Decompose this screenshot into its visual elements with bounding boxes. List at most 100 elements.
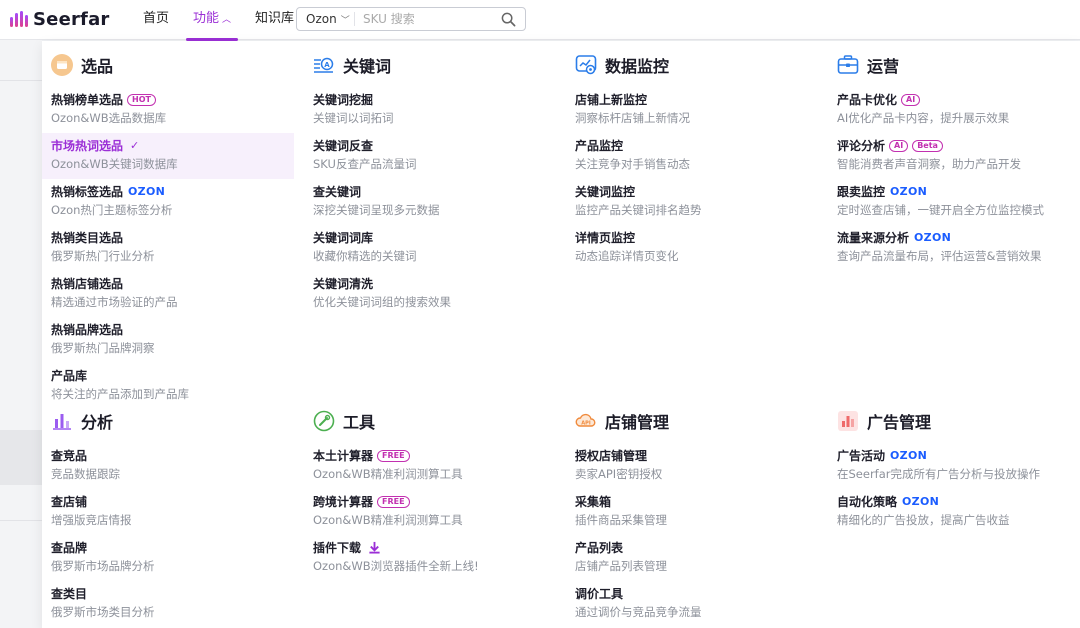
features-dropdown-panel: 选品 热销榜单选品 HOT Ozon&WB选品数据库 市场热词选品 ✓ Ozon&W…	[42, 41, 1080, 628]
main-nav: 首页 功能 ︿ 知识库	[136, 0, 311, 41]
menu-item-crossborder-calculator[interactable]: 跨境计算器 FREE Ozon&WB精准利润测算工具	[304, 489, 556, 535]
chevron-down-icon: ﹀	[340, 15, 350, 26]
section-header: A 关键词	[304, 53, 556, 77]
item-description: 智能消费者声音洞察，助力产品开发	[837, 157, 1021, 171]
menu-item-store-new-monitor[interactable]: 店铺上新监控 洞察标杆店铺上新情况	[566, 87, 818, 133]
sku-search-box: Ozon ﹀	[296, 7, 526, 31]
item-title: 关键词词库	[313, 231, 374, 245]
nav-features[interactable]: 功能 ︿	[186, 0, 239, 41]
ai-badge: AI	[889, 139, 909, 152]
item-title: 跟卖监控	[837, 185, 886, 199]
menu-item-keyword-monitor[interactable]: 关键词监控 监控产品关键词排名趋势	[566, 179, 818, 225]
item-title: 查店铺	[51, 495, 88, 509]
item-description: Ozon&WB浏览器插件全新上线!	[313, 559, 479, 573]
menu-item-product-monitor[interactable]: 产品监控 关注竞争对手销售动态	[566, 133, 818, 179]
section-header: 工具	[304, 409, 556, 433]
item-title: 查品牌	[51, 541, 88, 555]
menu-item-collection-box[interactable]: 采集箱 插件商品采集管理	[566, 489, 818, 535]
item-description: 俄罗斯热门品牌洞察	[51, 341, 155, 355]
ozon-logo: OZON	[890, 449, 928, 462]
item-title: 流量来源分析	[837, 231, 910, 245]
item-description: 监控产品关键词排名趋势	[575, 203, 702, 217]
ozon-logo: OZON	[890, 185, 928, 198]
menu-item-keyword-cleaning[interactable]: 关键词清洗 优化关键词词组的搜索效果	[304, 271, 556, 317]
section-title: 选品	[81, 57, 114, 76]
menu-item-review-analysis[interactable]: 评论分析 AI Beta 智能消费者声音洞察，助力产品开发	[828, 133, 1080, 179]
background-divider	[0, 520, 42, 521]
menu-item-keyword-reverse[interactable]: 关键词反查 SKU反查产品流量词	[304, 133, 556, 179]
menu-item-brand-analysis[interactable]: 查品牌 俄罗斯市场品牌分析	[42, 535, 294, 581]
item-description: 俄罗斯热门行业分析	[51, 249, 155, 263]
nav-knowledge-base[interactable]: 知识库	[248, 0, 301, 40]
sku-search-input[interactable]	[355, 12, 495, 26]
search-icon[interactable]	[501, 12, 516, 31]
menu-item-hot-stores[interactable]: 热销店铺选品 精选通过市场验证的产品	[42, 271, 294, 317]
item-title: 插件下载	[313, 541, 362, 555]
item-title: 关键词监控	[575, 185, 636, 199]
hot-badge: HOT	[127, 93, 156, 106]
platform-select[interactable]: Ozon ﹀	[297, 12, 355, 26]
menu-item-product-list[interactable]: 产品列表 店铺产品列表管理	[566, 535, 818, 581]
item-description: 精选通过市场验证的产品	[51, 295, 178, 309]
item-title: 授权店铺管理	[575, 449, 648, 463]
item-description: 查询产品流量布局，评估运营&营销效果	[837, 249, 1042, 263]
section-tools: 工具 本土计算器 FREE Ozon&WB精准利润测算工具 跨境计算器 FREE O…	[304, 409, 556, 581]
menu-item-product-card-optimize[interactable]: 产品卡优化 AI AI优化产品卡内容，提升展示效果	[828, 87, 1080, 133]
menu-item-hot-brands[interactable]: 热销品牌选品 俄罗斯热门品牌洞察	[42, 317, 294, 363]
item-title: 自动化策略	[837, 495, 898, 509]
item-description: Ozon&WB精准利润测算工具	[313, 467, 463, 481]
menu-item-automation-strategy[interactable]: 自动化策略 OZON 精细化的广告投放，提高广告收益	[828, 489, 1080, 535]
item-description: Ozon&WB选品数据库	[51, 111, 167, 125]
menu-item-keyword-lookup[interactable]: 查关键词 深挖关键词呈现多元数据	[304, 179, 556, 225]
svg-text:API: API	[581, 421, 591, 427]
item-description: 关注竞争对手销售动态	[575, 157, 690, 171]
item-title: 热销类目选品	[51, 231, 124, 245]
menu-item-follow-sell-monitor[interactable]: 跟卖监控 OZON 定时巡查店铺，一键开启全方位监控模式	[828, 179, 1080, 225]
section-header: 选品	[42, 53, 294, 77]
section-title: 广告管理	[867, 413, 932, 432]
item-description: Ozon&WB精准利润测算工具	[313, 513, 463, 527]
item-description: 优化关键词词组的搜索效果	[313, 295, 451, 309]
section-title: 关键词	[343, 57, 392, 76]
item-description: 动态追踪详情页变化	[575, 249, 679, 263]
box-icon	[51, 54, 73, 76]
section-ad-management: 广告管理 广告活动 OZON 在Seerfar完成所有广告分析与投放操作 自动化策…	[828, 409, 1080, 535]
item-title: 热销品牌选品	[51, 323, 124, 337]
item-description: 店铺产品列表管理	[575, 559, 667, 573]
logo[interactable]: Seerfar	[10, 8, 110, 30]
item-title: 评论分析	[837, 139, 886, 153]
item-description: 通过调价与竞品竞争流量	[575, 605, 702, 619]
menu-item-category-analysis[interactable]: 查类目 俄罗斯市场类目分析	[42, 581, 294, 627]
ai-badge: AI	[901, 93, 921, 106]
menu-item-hot-categories[interactable]: 热销类目选品 俄罗斯热门行业分析	[42, 225, 294, 271]
menu-item-keyword-mining[interactable]: 关键词挖掘 关键词以词拓词	[304, 87, 556, 133]
menu-item-traffic-source[interactable]: 流量来源分析 OZON 查询产品流量布局，评估运营&营销效果	[828, 225, 1080, 271]
menu-item-competitor-products[interactable]: 查竞品 竞品数据跟踪	[42, 443, 294, 489]
nav-home[interactable]: 首页	[136, 0, 176, 40]
item-title: 关键词挖掘	[313, 93, 374, 107]
menu-item-detail-page-monitor[interactable]: 详情页监控 动态追踪详情页变化	[566, 225, 818, 271]
item-title: 查竞品	[51, 449, 88, 463]
free-badge: FREE	[377, 495, 410, 508]
item-description: 卖家API密钥授权	[575, 467, 663, 481]
menu-item-hot-list[interactable]: 热销榜单选品 HOT Ozon&WB选品数据库	[42, 87, 294, 133]
section-header: API 店铺管理	[566, 409, 818, 433]
item-title: 查关键词	[313, 185, 362, 199]
item-title: 调价工具	[575, 587, 624, 601]
menu-item-store-authorization[interactable]: 授权店铺管理 卖家API密钥授权	[566, 443, 818, 489]
menu-item-keyword-library[interactable]: 关键词词库 收藏你精选的关键词	[304, 225, 556, 271]
item-description: Ozon&WB关键词数据库	[51, 157, 178, 171]
menu-item-ad-campaigns[interactable]: 广告活动 OZON 在Seerfar完成所有广告分析与投放操作	[828, 443, 1080, 489]
menu-item-market-keywords[interactable]: 市场热词选品 ✓ Ozon&WB关键词数据库	[42, 133, 294, 179]
menu-item-price-tool[interactable]: 调价工具 通过调价与竞品竞争流量	[566, 581, 818, 627]
menu-item-competitor-stores[interactable]: 查店铺 增强版竞店情报	[42, 489, 294, 535]
section-header: 数据监控	[566, 53, 818, 77]
nav-home-label: 首页	[143, 11, 170, 26]
section-data-monitoring: 数据监控 店铺上新监控 洞察标杆店铺上新情况 产品监控 关注竞争对手销售动态 关…	[566, 53, 818, 271]
item-description: 俄罗斯市场品牌分析	[51, 559, 155, 573]
menu-item-product-library[interactable]: 产品库 将关注的产品添加到产品库	[42, 363, 294, 409]
menu-item-plugin-download[interactable]: 插件下载 Ozon&WB浏览器插件全新上线!	[304, 535, 556, 581]
menu-item-hot-tags[interactable]: 热销标签选品 OZON Ozon热门主题标签分析	[42, 179, 294, 225]
item-title: 热销标签选品	[51, 185, 124, 199]
menu-item-local-calculator[interactable]: 本土计算器 FREE Ozon&WB精准利润测算工具	[304, 443, 556, 489]
